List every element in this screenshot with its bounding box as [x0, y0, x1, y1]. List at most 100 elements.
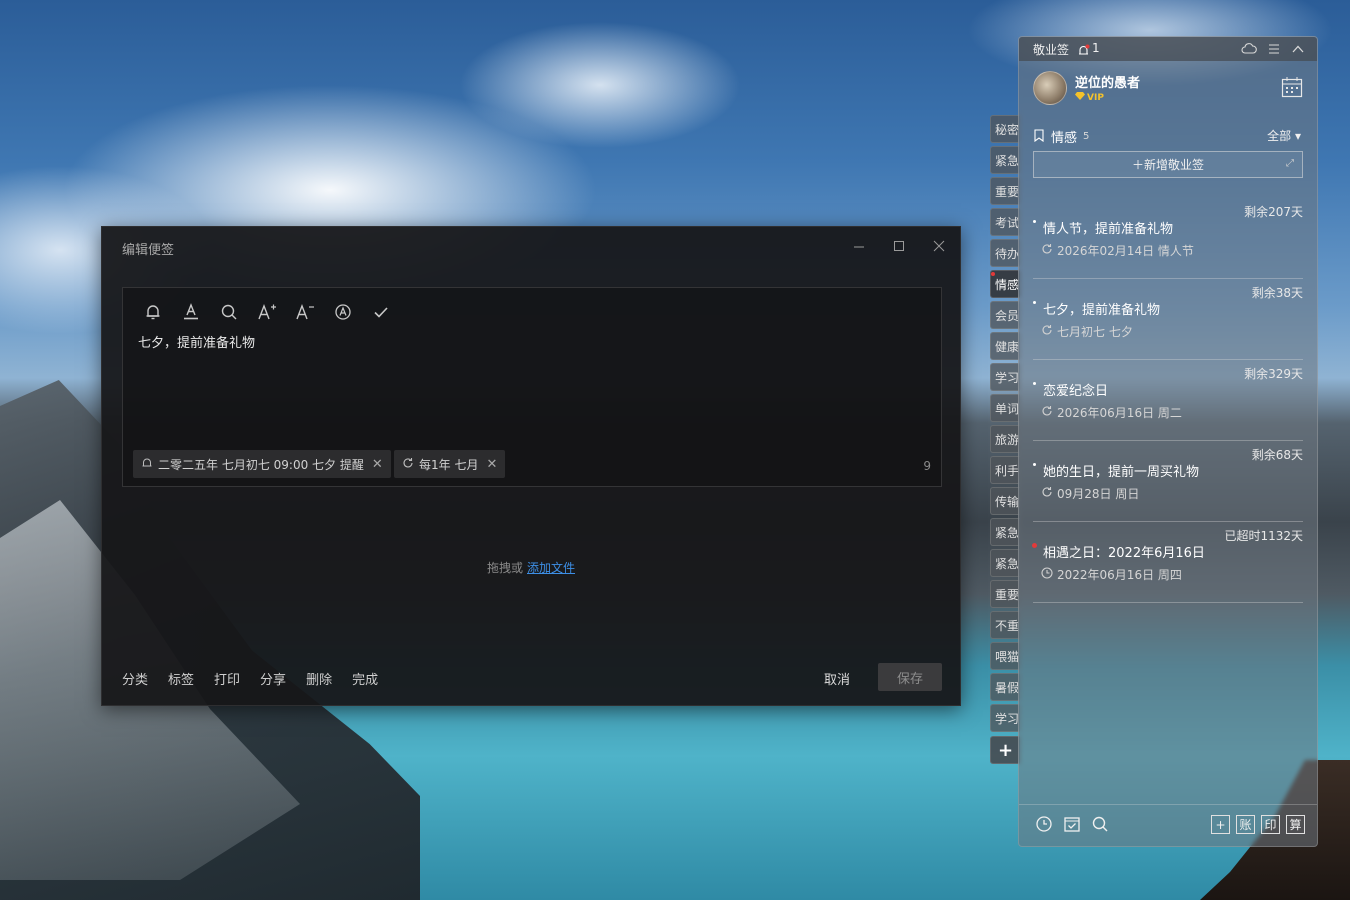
- note-remaining: 剩余329天: [1244, 367, 1303, 381]
- note-remaining: 已超时1132天: [1224, 529, 1303, 543]
- note-item[interactable]: 剩余329天 恋爱纪念日 2026年06月16日 周二: [1033, 360, 1303, 441]
- tab-summer[interactable]: 暑假: [990, 673, 1020, 701]
- category-name: 情感: [1051, 131, 1078, 146]
- note-editor[interactable]: 七夕，提前准备礼物 二零二五年 七月初七 09:00 七夕 提醒 ✕ 每1年 七…: [122, 287, 942, 487]
- ledger-button[interactable]: 账: [1236, 815, 1255, 834]
- note-bullet: [1033, 382, 1036, 385]
- tab-travel[interactable]: 旅游: [990, 425, 1020, 453]
- tab-member[interactable]: 会员: [990, 301, 1020, 329]
- note-meta: 2026年02月14日 情人节: [1041, 242, 1194, 259]
- note-title: 相遇之日：2022年6月16日: [1043, 546, 1205, 561]
- complete-button[interactable]: 完成: [352, 669, 378, 688]
- quick-add-button[interactable]: +: [1211, 815, 1230, 834]
- tab-secret[interactable]: 秘密: [990, 115, 1020, 143]
- text-color-icon[interactable]: [179, 300, 202, 324]
- vip-label: VIP: [1087, 92, 1104, 103]
- tab-important[interactable]: 重要: [990, 177, 1020, 205]
- menu-icon[interactable]: [1267, 41, 1281, 60]
- save-button[interactable]: 保存: [878, 663, 942, 691]
- minimize-icon[interactable]: [850, 237, 868, 255]
- remove-repeat-icon[interactable]: ✕: [486, 457, 497, 472]
- reminder-tag[interactable]: 二零二五年 七月初七 09:00 七夕 提醒 ✕: [133, 450, 391, 478]
- tab-todo[interactable]: 待办: [990, 239, 1020, 267]
- maximize-icon[interactable]: [890, 237, 908, 255]
- font-increase-icon[interactable]: [255, 300, 278, 324]
- note-title: 她的生日，提前一周买礼物: [1043, 465, 1200, 480]
- tab-health[interactable]: 健康: [990, 332, 1020, 360]
- stamp-button[interactable]: 印: [1261, 815, 1280, 834]
- note-meta-text: 2026年02月14日 情人节: [1057, 244, 1194, 258]
- add-note-label: 新增敬业签: [1144, 158, 1205, 172]
- tab-label: 紧急: [995, 153, 1020, 168]
- filter-dropdown[interactable]: 全部 ▾: [1267, 127, 1301, 144]
- repeat-tag[interactable]: 每1年 七月 ✕: [394, 450, 506, 478]
- tab-label: 重要: [995, 184, 1020, 199]
- reminder-tag-label: 二零二五年 七月初七 09:00 七夕 提醒: [158, 457, 364, 472]
- footer-right-buttons: + 账 印 算: [1211, 815, 1305, 834]
- tab-transfer[interactable]: 传输: [990, 487, 1020, 515]
- add-category-button[interactable]: +: [990, 736, 1020, 764]
- tab-study-2[interactable]: 学习: [990, 704, 1020, 732]
- editor-toolbar: [141, 300, 392, 324]
- note-item[interactable]: 剩余207天 情人节，提前准备礼物 2026年02月14日 情人节: [1033, 198, 1303, 279]
- tab-label: 旅游: [995, 432, 1020, 447]
- search-icon[interactable]: [1091, 815, 1109, 837]
- tab-urgent-2[interactable]: 紧急: [990, 518, 1020, 546]
- search-icon[interactable]: [217, 300, 240, 324]
- file-drop-zone[interactable]: 拖拽或 添加文件: [102, 559, 960, 576]
- note-content[interactable]: 七夕，提前准备礼物: [138, 332, 255, 351]
- repeat-icon: [1041, 486, 1053, 501]
- tab-feed-cat[interactable]: 喂猫: [990, 642, 1020, 670]
- delete-button[interactable]: 删除: [306, 669, 332, 688]
- repeat-icon: [1041, 405, 1053, 420]
- notification-bell-icon[interactable]: [1077, 42, 1090, 61]
- tag-button[interactable]: 标签: [168, 669, 194, 688]
- plus-icon: +: [997, 739, 1014, 761]
- username[interactable]: 逆位的愚者: [1075, 72, 1140, 91]
- tab-important-2[interactable]: 重要: [990, 580, 1020, 608]
- tab-label: 会员: [995, 308, 1020, 323]
- remove-reminder-icon[interactable]: ✕: [372, 457, 383, 472]
- bell-icon[interactable]: [141, 300, 164, 324]
- expand-icon[interactable]: ⤢: [1286, 158, 1294, 169]
- tab-words[interactable]: 单词: [990, 394, 1020, 422]
- category-button[interactable]: 分类: [122, 669, 148, 688]
- auto-format-icon[interactable]: [331, 300, 354, 324]
- add-file-link[interactable]: 添加文件: [527, 561, 575, 575]
- char-count: 9: [923, 459, 931, 473]
- close-icon[interactable]: [930, 237, 948, 255]
- cloud-sync-icon[interactable]: [1241, 41, 1257, 60]
- bookmark-icon: [1033, 127, 1045, 146]
- note-item[interactable]: 剩余68天 她的生日，提前一周买礼物 09月28日 周日: [1033, 441, 1303, 522]
- panel-header-icons: [1241, 41, 1305, 60]
- tab-label: 利手: [995, 463, 1020, 478]
- plus-icon: ＋: [1131, 158, 1144, 172]
- unread-dot: [991, 272, 995, 276]
- check-icon[interactable]: [369, 300, 392, 324]
- calendar-icon[interactable]: [1281, 76, 1303, 102]
- checklist-icon[interactable]: [1063, 815, 1081, 837]
- add-note-button[interactable]: ＋新增敬业签 ⤢: [1033, 151, 1303, 178]
- tab-emotion[interactable]: 情感: [990, 270, 1020, 298]
- tab-label: 不重: [995, 618, 1020, 633]
- tab-exam[interactable]: 考试: [990, 208, 1020, 236]
- tab-urgent-3[interactable]: 紧急: [990, 549, 1020, 577]
- tab-label: 情感: [995, 277, 1020, 292]
- share-button[interactable]: 分享: [260, 669, 286, 688]
- avatar[interactable]: [1033, 71, 1067, 105]
- current-category[interactable]: 情感 5: [1033, 127, 1089, 146]
- note-item[interactable]: 已超时1132天 相遇之日：2022年6月16日 2022年06月16日 周四: [1032, 522, 1303, 603]
- app-name: 敬业签: [1033, 43, 1070, 57]
- tab-urgent[interactable]: 紧急: [990, 146, 1020, 174]
- tab-not-important[interactable]: 不重: [990, 611, 1020, 639]
- collapse-icon[interactable]: [1291, 41, 1305, 60]
- tab-study[interactable]: 学习: [990, 363, 1020, 391]
- font-decrease-icon[interactable]: [293, 300, 316, 324]
- tab-hand[interactable]: 利手: [990, 456, 1020, 484]
- note-item[interactable]: 剩余38天 七夕，提前准备礼物 七月初七 七夕: [1033, 279, 1303, 360]
- calculator-button[interactable]: 算: [1286, 815, 1305, 834]
- print-button[interactable]: 打印: [214, 669, 240, 688]
- clock-icon[interactable]: [1035, 815, 1053, 837]
- note-title: 七夕，提前准备礼物: [1043, 303, 1161, 318]
- cancel-button[interactable]: 取消: [824, 669, 850, 688]
